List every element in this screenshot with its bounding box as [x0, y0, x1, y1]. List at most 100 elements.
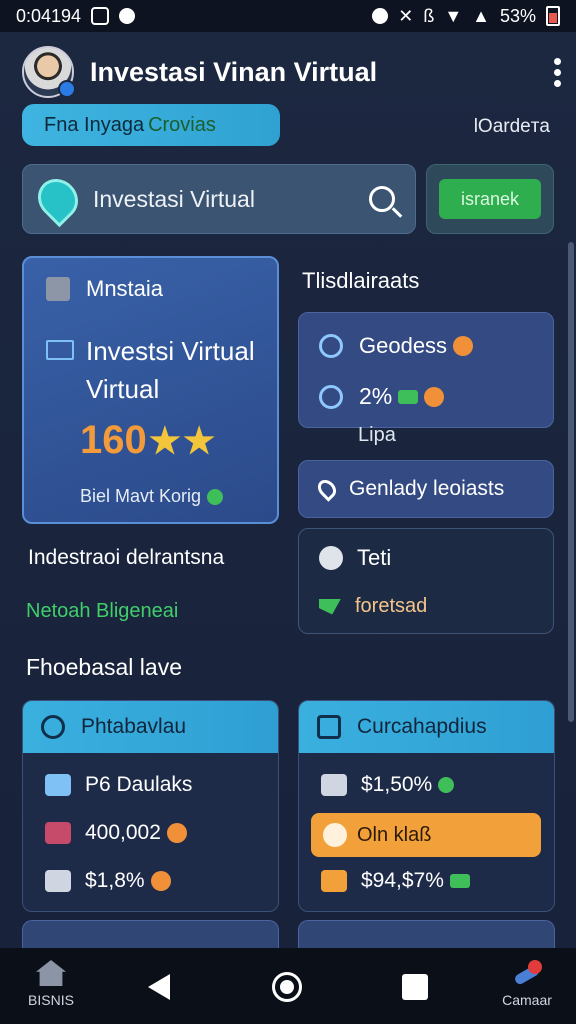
location-card-label: Genlady leoiasts	[349, 477, 505, 500]
avatar[interactable]	[22, 46, 76, 98]
list-item-label: $94,$7%	[361, 869, 444, 892]
feature-rating: 160 ★ ★	[80, 418, 215, 463]
next-panel-peek[interactable]	[22, 920, 279, 948]
portfolio-panel[interactable]: Phtabavlau P6 Daulaks 400,002 $1,8%	[22, 700, 279, 912]
clock: 0:04194	[16, 5, 82, 26]
right-heading: Tlisdlairaats	[302, 268, 420, 293]
chart-icon	[45, 774, 71, 796]
bottom-navigation: BISNIS Camaar	[0, 948, 576, 1024]
money-icon	[449, 874, 470, 888]
nav-label: Camaar	[502, 992, 552, 1008]
stats-row-label: Geodess	[359, 333, 448, 358]
scrollbar[interactable]	[568, 242, 574, 722]
list-item[interactable]: $1,8%	[45, 869, 171, 893]
list-item-label: $1,8%	[85, 869, 145, 892]
battery-icon	[546, 6, 560, 26]
list-item-label: 400,002	[85, 821, 161, 844]
bluetooth-icon: ß	[423, 5, 435, 26]
nav-home-tab[interactable]: BISNIS	[20, 960, 82, 1008]
alarm-icon	[372, 8, 389, 24]
section-subtitle: Indestraoi delrantsna	[28, 546, 225, 569]
nav-label: BISNIS	[28, 992, 74, 1008]
signal-icon: ▲	[472, 5, 490, 26]
wallet-icon	[45, 870, 71, 892]
info-row-value: foretsad	[355, 595, 428, 617]
list-item[interactable]: $1,50%	[321, 773, 455, 797]
search-icon	[319, 384, 343, 409]
under-text: Lipa	[358, 424, 396, 446]
tool-icon	[512, 960, 542, 986]
highlight-row[interactable]: Oln klaß	[311, 813, 541, 857]
money-icon	[398, 389, 419, 404]
category-pill[interactable]: Fna Inyaga Crovias	[22, 104, 280, 146]
feature-footer-label: Biel Mavt Korig	[80, 486, 202, 506]
star-icon: ★	[183, 419, 216, 461]
panel-header-label: Phtabavlau	[81, 715, 187, 738]
recent-apps-icon[interactable]	[402, 974, 428, 1000]
battery-percent: 53%	[499, 5, 536, 26]
kebab-menu-icon[interactable]	[552, 57, 562, 87]
info-card[interactable]: Teti foretsad	[298, 528, 554, 634]
next-panel-peek[interactable]	[298, 920, 555, 948]
top-right-link[interactable]: lOardeтa	[474, 116, 550, 138]
coin-icon	[150, 871, 171, 891]
app-screen: Investasi Vinan Virtual Fna Inyaga Crovi…	[0, 32, 576, 948]
money-icon	[45, 822, 71, 844]
wifi-icon: ▼	[444, 5, 463, 26]
globe-icon	[319, 334, 343, 358]
notification-icon	[91, 7, 110, 25]
stats-row-value: 2%	[359, 383, 393, 409]
rating-number: 160	[80, 418, 147, 462]
section-title: Fhoebasal lave	[26, 654, 182, 680]
highlight-row-label: Oln klaß	[357, 823, 432, 846]
location-pin-icon	[314, 476, 340, 502]
list-item[interactable]: P6 Daulaks	[45, 773, 192, 797]
panel-header-label: Curcahapdius	[357, 715, 487, 738]
app-notification-icon	[119, 8, 136, 24]
shield-icon	[29, 170, 87, 228]
list-item[interactable]: 400,002	[45, 821, 187, 845]
flag-icon	[319, 598, 341, 615]
nav-tools-tab[interactable]: Camaar	[494, 960, 560, 1008]
app-header: Investasi Vinan Virtual	[22, 42, 562, 102]
mail-icon	[46, 340, 74, 360]
home-icon[interactable]	[272, 972, 302, 1002]
smiley-icon	[323, 823, 347, 847]
info-row-label: Teti	[357, 545, 392, 570]
list-item[interactable]: $94,$7%	[321, 869, 470, 893]
house-icon	[36, 960, 66, 986]
star-icon: ★	[148, 419, 182, 461]
back-icon[interactable]	[148, 974, 170, 1000]
feature-footer: Biel Mavt Korig	[80, 486, 224, 507]
money-icon	[321, 870, 347, 892]
pill-label-secondary: Crovias	[148, 113, 216, 136]
search-icon[interactable]	[369, 186, 395, 212]
feature-header-label: Mnstaia	[86, 276, 164, 301]
feature-header: Mnstaia	[46, 276, 163, 302]
stats-row: 2%	[319, 383, 445, 410]
document-icon	[46, 277, 70, 301]
coin-icon	[453, 336, 474, 356]
location-card[interactable]: Genlady leoiasts	[298, 460, 554, 518]
search-button[interactable]: isranek	[426, 164, 554, 234]
green-link[interactable]: Netoah Bligeneai	[26, 600, 178, 623]
camera-icon	[317, 715, 341, 739]
stats-row: Geodess	[319, 333, 474, 359]
panel-header: Curcahapdius	[299, 701, 554, 753]
feature-title: Investsi Virtual Virtual	[86, 336, 255, 404]
mute-icon: ✕	[398, 5, 414, 26]
search-button-label: isranek	[439, 179, 541, 219]
panel-header: Phtabavlau	[23, 701, 278, 753]
search-bar[interactable]: Investasi Virtual	[22, 164, 416, 234]
stack-icon	[321, 774, 347, 796]
stats-card[interactable]: Geodess 2%	[298, 312, 554, 428]
page-title: Investasi Vinan Virtual	[90, 56, 378, 87]
search-input[interactable]: Investasi Virtual	[93, 186, 255, 213]
refresh-icon	[41, 715, 65, 739]
verified-badge-icon	[58, 80, 76, 98]
currency-panel[interactable]: Curcahapdius $1,50% Oln klaß $94,$7%	[298, 700, 555, 912]
pill-label: Fna Inyaga	[44, 113, 145, 136]
list-item-label: $1,50%	[361, 773, 433, 796]
feature-card[interactable]: Mnstaia Investsi Virtual Virtual 160 ★ ★…	[22, 256, 279, 524]
list-item-label: P6 Daulaks	[85, 773, 193, 796]
